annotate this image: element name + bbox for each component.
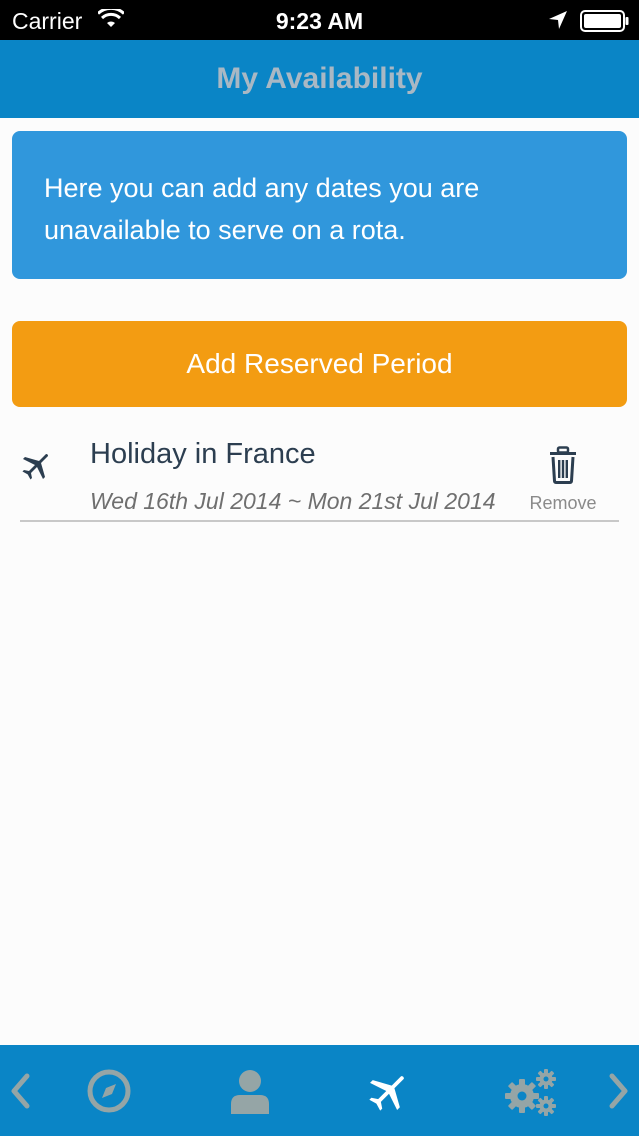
airplane-icon[interactable] (362, 1045, 416, 1136)
tab-bar (0, 1045, 639, 1136)
add-reserved-period-button[interactable]: Add Reserved Period (12, 321, 627, 407)
status-bar: Carrier 9:23 AM (0, 0, 639, 40)
item-title: Holiday in France (90, 438, 316, 470)
battery-icon (580, 10, 630, 37)
remove-button[interactable]: Remove (526, 446, 600, 514)
page-title: My Availability (216, 62, 423, 95)
info-banner: Here you can add any dates you are unava… (12, 131, 627, 279)
item-dates: Wed 16th Jul 2014 ~ Mon 21st Jul 2014 (90, 488, 496, 514)
trash-icon (546, 446, 580, 488)
location-arrow-icon (548, 10, 568, 35)
gears-icon[interactable] (498, 1045, 562, 1136)
forward-arrow-icon[interactable] (599, 1045, 639, 1136)
back-arrow-icon[interactable] (0, 1045, 40, 1136)
info-text: Here you can add any dates you are unava… (44, 173, 480, 245)
compass-icon[interactable] (84, 1045, 134, 1136)
status-time: 9:23 AM (275, 8, 364, 34)
person-icon[interactable] (224, 1045, 276, 1136)
nav-bar: My Availability (0, 40, 639, 118)
list-item[interactable]: Holiday in France Wed 16th Jul 2014 ~ Mo… (20, 430, 619, 522)
remove-label: Remove (529, 493, 597, 513)
airplane-icon (20, 448, 54, 487)
